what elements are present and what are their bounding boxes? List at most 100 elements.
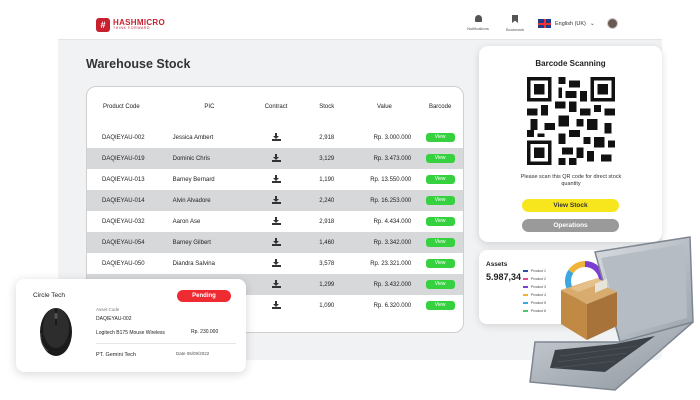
view-barcode-button[interactable]: View [425,175,455,184]
download-icon[interactable] [271,153,281,162]
contract-cell [250,237,302,248]
value-cell: Rp. 3.342.000 [373,239,412,246]
table-row[interactable]: DAQIEYAU-002 Jessica Ambert 2,918 Rp. 3.000… [87,127,463,148]
notifications-label: Notifications [467,26,489,31]
contract-cell [250,174,302,185]
language-label: English (UK) [555,20,586,27]
stock-cell: 1,090 [319,302,335,309]
download-icon[interactable] [271,195,281,204]
page-title: Warehouse Stock [86,57,191,71]
table-row[interactable]: DAQIEYAU-050 Diandra Salvina 3,578 Rp. 23.3… [87,253,463,274]
table-header: Product Code PIC Contract Stock Value Ba… [87,87,463,127]
divider [96,343,236,344]
value-cell: Rp. 23.321.000 [370,260,412,267]
col-stock: Stock [319,104,335,110]
assets-value: 5.987,34 [486,272,522,282]
view-barcode-button[interactable]: View [425,196,455,205]
pic-cell: Barney Gilbert [172,239,211,246]
status-badge[interactable]: Pending [177,290,231,302]
asset-vendor-name: Circle Tech [33,292,66,299]
contract-cell [250,153,302,164]
notifications-button[interactable]: Notifications [458,15,498,31]
asset-detail-card[interactable]: Circle Tech Pending Asset Code DAQIEYAU-… [16,279,246,372]
col-product-code: Product Code [103,104,140,110]
contract-cell [250,258,302,269]
product-code-cell: DAQIEYAU-013 [102,176,145,183]
download-icon[interactable] [271,279,281,288]
contract-cell [250,132,302,143]
product-code-cell: DAQIEYAU-002 [102,134,145,141]
bookmark-button[interactable]: Bookmark [495,15,535,32]
pic-cell: Barney Bernard [172,176,215,183]
col-barcode: Barcode [428,104,452,110]
bookmark-icon [512,15,518,23]
product-code-cell: DAQIEYAU-050 [102,260,145,267]
table-row[interactable]: DAQIEYAU-054 Barney Gilbert 1,460 Rp. 3.342… [87,232,463,253]
download-icon[interactable] [271,300,281,309]
barcode-title: Barcode Scanning [535,59,606,68]
table-row[interactable]: DAQIEYAU-014 Alvin Alvadore 2,240 Rp. 16.25… [87,190,463,211]
logo-icon: # [96,18,110,32]
download-icon[interactable] [271,216,281,225]
stock-cell: 1,299 [319,281,335,288]
pic-cell: Diandra Salvina [172,260,215,267]
contract-cell [250,300,302,311]
product-code-cell: DAQIEYAU-019 [102,155,145,162]
col-pic: PIC [204,104,215,110]
contract-cell [250,279,302,290]
download-icon[interactable] [271,132,281,141]
barcode-cell: View [417,238,463,247]
value-cell: Rp. 16.253.000 [370,197,412,204]
asset-code: DAQIEYAU-002 [96,316,132,322]
value-cell: Rp. 13.550.000 [370,176,412,183]
view-barcode-button[interactable]: View [425,133,455,142]
operations-button[interactable]: Operations [522,219,619,232]
barcode-cell: View [417,133,463,142]
laptop-with-box-icon [529,236,694,391]
barcode-cell: View [417,154,463,163]
view-barcode-button[interactable]: View [425,280,455,289]
barcode-cell: View [417,301,463,310]
brand-tagline: THINK FORWARD [113,26,151,31]
product-code-cell: DAQIEYAU-032 [102,218,145,225]
asset-price: Rp. 230.000 [191,329,219,335]
stock-cell: 1,190 [319,176,335,183]
asset-date: Date 06/09/2022 [176,351,210,356]
barcode-cell: View [417,196,463,205]
mouse-icon [40,308,72,356]
view-barcode-button[interactable]: View [425,217,455,226]
download-icon[interactable] [271,237,281,246]
uk-flag-icon [538,19,551,28]
contract-cell [250,195,302,206]
view-barcode-button[interactable]: View [425,154,455,163]
pic-cell: Dominic Chris [172,155,210,162]
value-cell: Rp. 3.432.000 [373,281,412,288]
value-cell: Rp. 6.320.000 [373,302,412,309]
value-cell: Rp. 3.000.000 [373,134,412,141]
assets-title: Assets [486,261,508,268]
view-barcode-button[interactable]: View [425,238,455,247]
barcode-card: Barcode Scanning Please scan this QR cod… [479,46,662,242]
col-contract: Contract [264,104,288,110]
chevron-down-icon: ⌄ [589,21,595,27]
avatar[interactable] [607,18,618,29]
table-row[interactable]: DAQIEYAU-013 Barney Bernard 1,190 Rp. 13.55… [87,169,463,190]
product-code-cell: DAQIEYAU-054 [102,239,145,246]
view-barcode-button[interactable]: View [425,301,455,310]
view-stock-button[interactable]: View Stock [522,199,619,212]
view-barcode-button[interactable]: View [425,259,455,268]
stock-cell: 1,460 [319,239,335,246]
download-icon[interactable] [271,258,281,267]
bookmark-label: Bookmark [505,27,524,32]
qr-code-icon [527,77,615,165]
barcode-note: Please scan this QR code for direct stoc… [520,174,622,188]
pic-cell: Aaron Ase [172,218,201,225]
brand-logo[interactable]: # HASHMICRO THINK FORWARD [96,18,165,32]
table-row[interactable]: DAQIEYAU-032 Aaron Ase 2,918 Rp. 4.434.000 V… [87,211,463,232]
barcode-cell: View [417,175,463,184]
table-row[interactable]: DAQIEYAU-019 Dominic Chris 3,129 Rp. 3.473.… [87,148,463,169]
pic-cell: Alvin Alvadore [172,197,211,204]
download-icon[interactable] [271,174,281,183]
asset-company: PT. Gemini Tech [96,352,136,358]
language-selector[interactable]: English (UK) ⌄ [538,19,595,28]
